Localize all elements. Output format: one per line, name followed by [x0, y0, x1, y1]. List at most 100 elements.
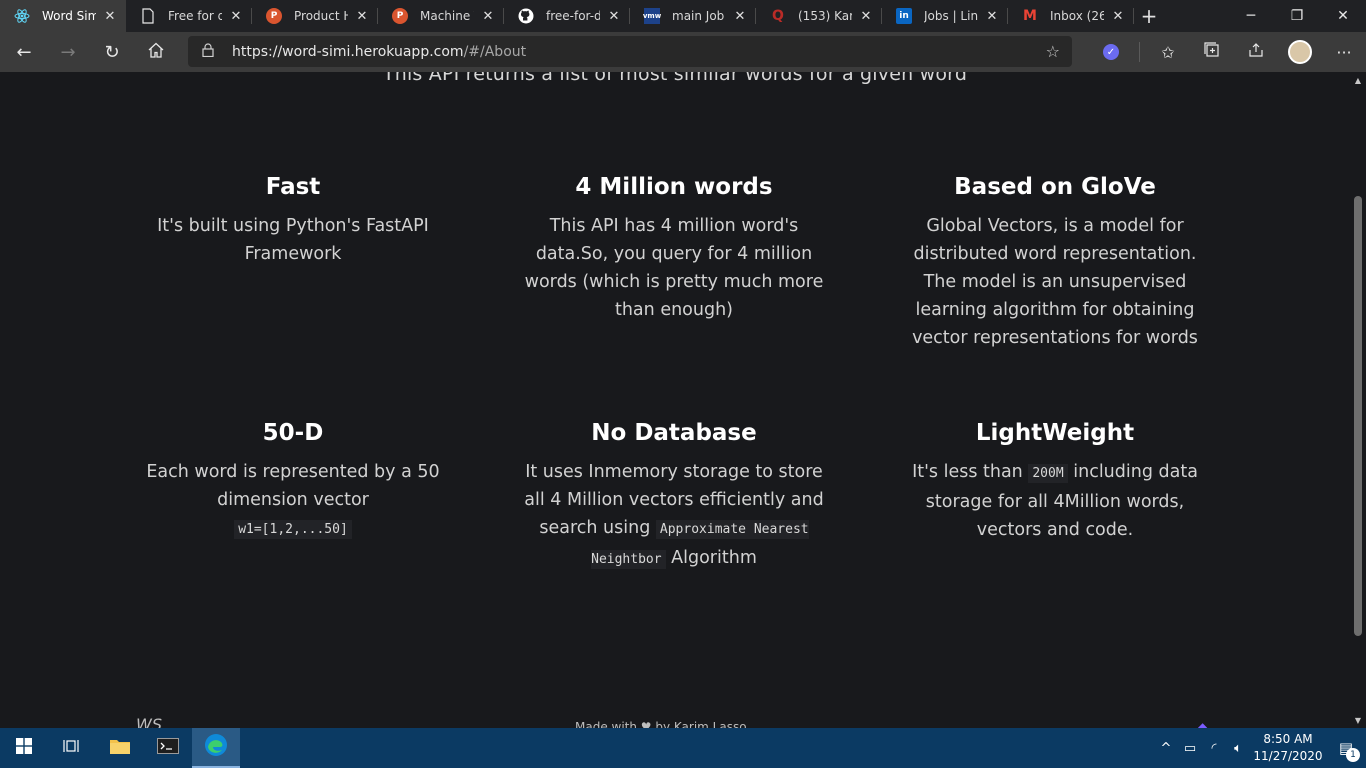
feature-body-text: It's less than	[912, 462, 1023, 482]
forward-button[interactable]: →	[48, 36, 88, 68]
system-tray: ^ ▭ ◜ 🔈︎ 8:50 AM 11/27/2020 ▤ 1	[1154, 728, 1366, 768]
task-view-icon	[63, 738, 81, 759]
extension-button[interactable]: ✓	[1089, 32, 1133, 72]
tab-title: Jobs | Linke	[924, 9, 978, 23]
tab-free-for-dev[interactable]: Free for dev ✕	[126, 0, 252, 32]
url-text[interactable]: https://word-simi.herokuapp.com/#/About	[232, 44, 1046, 60]
tab-close-icon[interactable]: ✕	[354, 9, 370, 24]
tab-title: main Job Se	[672, 9, 726, 23]
inline-code: 200M	[1028, 464, 1068, 483]
gmail-icon: M	[1023, 8, 1037, 24]
folder-icon	[109, 737, 131, 760]
tab-close-icon[interactable]: ✕	[228, 9, 244, 24]
restore-button[interactable]: ❐	[1274, 0, 1320, 32]
home-icon	[147, 41, 165, 64]
lock-icon[interactable]	[200, 43, 216, 60]
scroll-down-icon[interactable]: ▼	[1350, 712, 1366, 728]
back-button[interactable]: ←	[4, 36, 44, 68]
edge-icon	[204, 733, 228, 762]
share-icon	[1248, 42, 1264, 62]
close-window-button[interactable]: ✕	[1320, 0, 1366, 32]
tab-gmail-inbox[interactable]: M Inbox (26) ✕	[1008, 0, 1134, 32]
windows-logo-icon	[16, 737, 32, 759]
tab-close-icon[interactable]: ✕	[858, 9, 874, 24]
feature-lightweight: LightWeight It's less than 200M includin…	[895, 420, 1215, 544]
tab-machine-translation[interactable]: P Machine Tr ✕	[378, 0, 504, 32]
feature-body: Global Vectors, is a model for distribut…	[912, 216, 1198, 348]
collections-button[interactable]	[1190, 32, 1234, 72]
tab-product-hunt[interactable]: P Product Hu ✕	[252, 0, 378, 32]
tab-close-icon[interactable]: ✕	[606, 9, 622, 24]
feature-body: This API has 4 million word's data.So, y…	[524, 216, 824, 320]
favorite-star-icon[interactable]: ☆	[1046, 42, 1060, 61]
clock-date: 11/27/2020	[1253, 749, 1323, 763]
tab-github-free-for-dev[interactable]: free-for-dev ✕	[504, 0, 630, 32]
feature-title: 4 Million words	[575, 174, 773, 200]
vmware-icon: vmw	[643, 8, 661, 24]
tab-main-job-search[interactable]: vmw main Job Se ✕	[630, 0, 756, 32]
tab-close-icon[interactable]: ✕	[480, 9, 496, 24]
notification-count-badge: 1	[1346, 748, 1360, 762]
scroll-up-icon[interactable]: ▲	[1350, 72, 1366, 88]
feature-no-database: No Database It uses Inmemory storage to …	[514, 420, 834, 574]
favorites-icon: ✩	[1161, 42, 1175, 62]
tab-title: Word Simi	[42, 9, 96, 23]
terminal-icon	[157, 737, 179, 759]
profile-button[interactable]	[1278, 32, 1322, 72]
edge-browser-button[interactable]	[192, 728, 240, 768]
tab-title: Inbox (26)	[1050, 9, 1104, 23]
tab-title: Free for dev	[168, 9, 222, 23]
minimize-icon: ─	[1246, 8, 1256, 24]
tab-close-icon[interactable]: ✕	[732, 9, 748, 24]
tab-title: free-for-dev	[546, 9, 600, 23]
feature-body-text: Algorithm	[671, 548, 757, 568]
more-dots-icon: ···	[1336, 42, 1352, 62]
footer-logo[interactable]: WS	[136, 715, 162, 728]
new-tab-button[interactable]: +	[1134, 0, 1164, 32]
close-icon: ✕	[1337, 8, 1349, 24]
tab-linkedin-jobs[interactable]: in Jobs | Linke ✕	[882, 0, 1008, 32]
chevron-up-icon[interactable]: ^	[1154, 741, 1178, 756]
linkedin-icon: in	[896, 8, 912, 24]
scroll-thumb[interactable]	[1354, 196, 1362, 636]
feature-title: LightWeight	[975, 420, 1135, 446]
share-button[interactable]	[1234, 32, 1278, 72]
tab-word-simi[interactable]: Word Simi ✕	[0, 0, 126, 32]
tab-quora[interactable]: Q (153) Karim ✕	[756, 0, 882, 32]
task-view-button[interactable]	[48, 728, 96, 768]
tab-title: Product Hu	[294, 9, 348, 23]
favorites-button[interactable]: ✩	[1146, 32, 1190, 72]
settings-menu-button[interactable]: ···	[1322, 32, 1366, 72]
collections-icon	[1204, 42, 1220, 62]
checkmark-extension-icon: ✓	[1103, 44, 1119, 60]
terminal-button[interactable]	[144, 728, 192, 768]
feature-body-text: Each word is represented by a 50 dimensi…	[146, 462, 440, 510]
action-center-button[interactable]: ▤ 1	[1326, 728, 1366, 768]
home-button[interactable]	[136, 36, 176, 68]
windows-taskbar: ^ ▭ ◜ 🔈︎ 8:50 AM 11/27/2020 ▤ 1	[0, 728, 1366, 768]
url-path: /#/About	[463, 43, 527, 60]
feature-title: Fast	[265, 174, 321, 200]
start-button[interactable]	[0, 728, 48, 768]
battery-icon[interactable]: ▭	[1178, 741, 1202, 756]
tab-title: Machine Tr	[420, 9, 474, 23]
file-explorer-button[interactable]	[96, 728, 144, 768]
minimize-button[interactable]: ─	[1228, 0, 1274, 32]
tab-close-icon[interactable]: ✕	[102, 9, 118, 24]
wifi-icon[interactable]: ◜	[1202, 741, 1226, 756]
feature-title: 50-D	[262, 420, 324, 446]
tab-close-icon[interactable]: ✕	[1110, 9, 1126, 24]
address-bar[interactable]: https://word-simi.herokuapp.com/#/About …	[188, 36, 1072, 67]
refresh-icon: ↻	[104, 41, 120, 63]
github-icon	[518, 8, 534, 24]
footer-social-icon[interactable]: ◆	[1198, 720, 1207, 728]
taskbar-clock[interactable]: 8:50 AM 11/27/2020	[1250, 731, 1326, 765]
page-scrollbar[interactable]: ▲ ▼	[1350, 72, 1366, 728]
refresh-button[interactable]: ↻	[92, 36, 132, 68]
feature-title: Based on GloVe	[954, 174, 1156, 200]
react-atom-icon	[14, 8, 30, 24]
footer-credit: Made with ♥ by Karim Lasso...	[575, 720, 758, 728]
arrow-left-icon: ←	[16, 41, 32, 63]
volume-icon[interactable]: 🔈︎	[1226, 741, 1250, 756]
tab-close-icon[interactable]: ✕	[984, 9, 1000, 24]
